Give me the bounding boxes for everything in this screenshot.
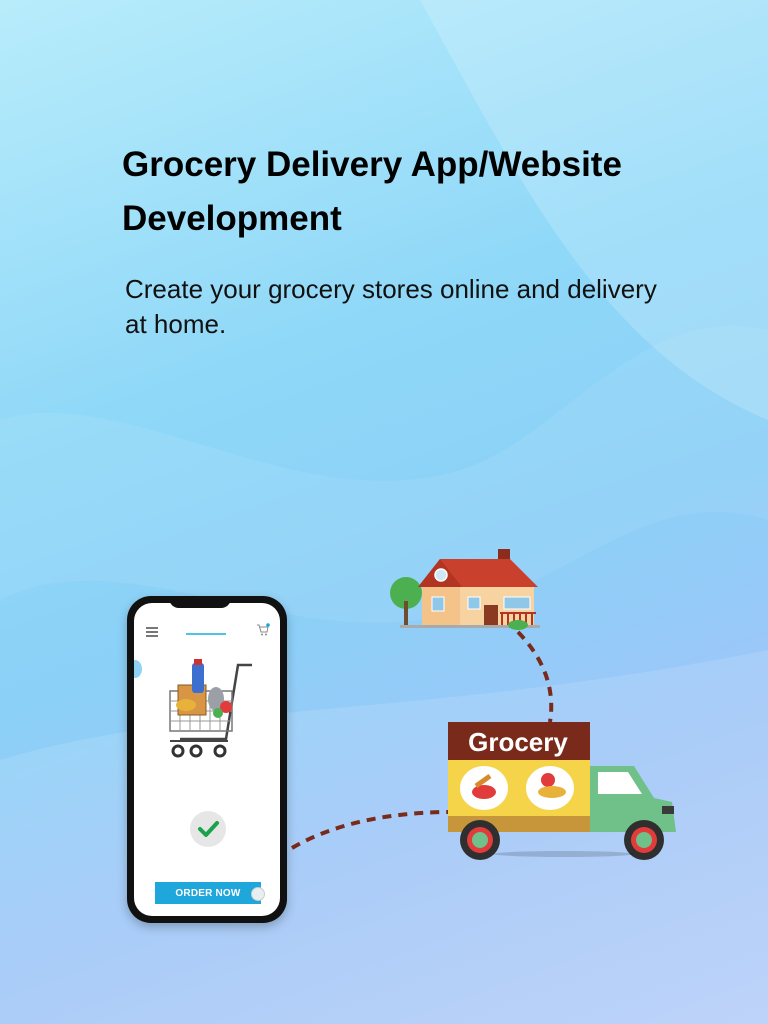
phone-screen: ORDER NOW [134, 603, 280, 916]
order-now-button[interactable]: ORDER NOW [155, 882, 265, 904]
page-subtitle: Create your grocery stores online and de… [125, 274, 657, 339]
truck-label: Grocery [468, 726, 568, 757]
shopping-cart-icon [169, 659, 252, 758]
menu-icon[interactable] [146, 627, 158, 637]
tab-indicator [186, 633, 226, 635]
phone-mockup: ORDER NOW [127, 596, 287, 923]
phone-notch [169, 596, 231, 608]
page-title: Grocery Delivery App/Website Development [122, 145, 622, 238]
house-icon [390, 549, 540, 630]
check-icon [198, 821, 219, 837]
cart-icon[interactable] [256, 623, 270, 637]
success-check [190, 811, 226, 847]
side-indicator [134, 660, 142, 678]
